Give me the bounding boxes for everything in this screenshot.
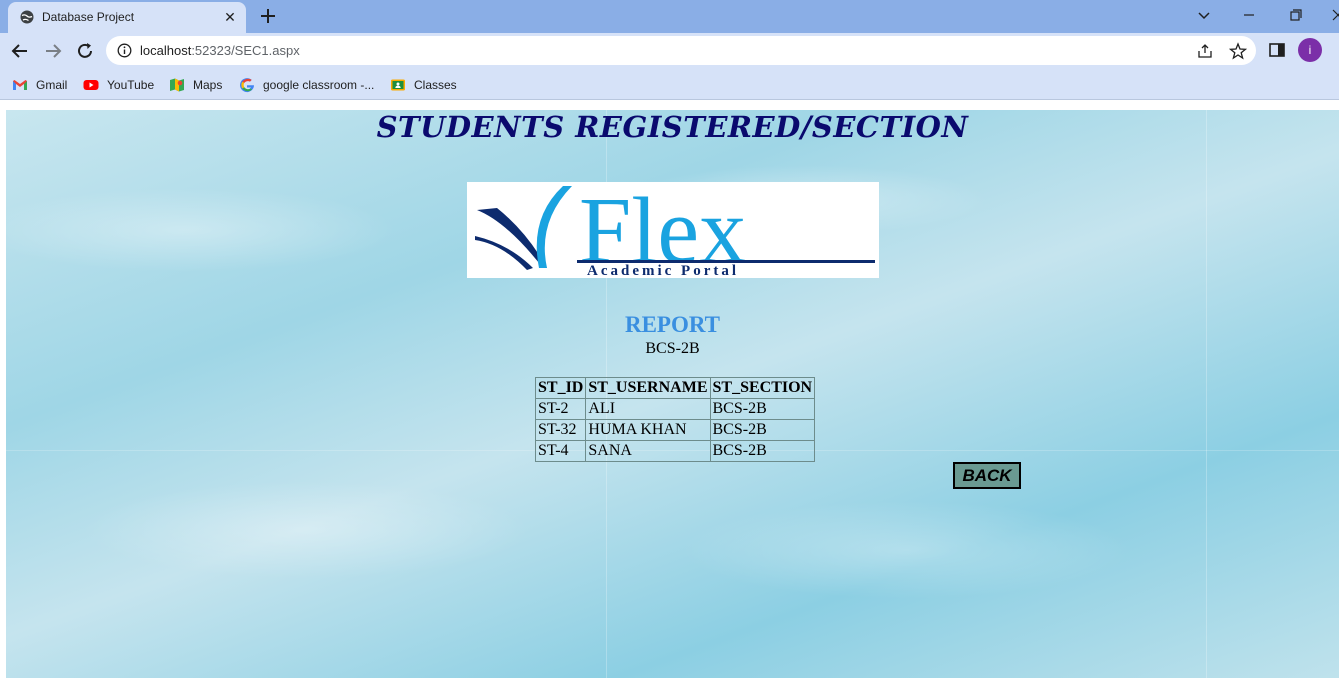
tab-strip: Database Project ✕ — [0, 0, 1339, 33]
bookmark-label: Classes — [414, 78, 457, 92]
bookmark-label: Maps — [193, 78, 223, 92]
reload-icon[interactable] — [74, 40, 96, 62]
new-tab-icon[interactable] — [257, 5, 279, 27]
tab-database-project[interactable]: Database Project ✕ — [8, 2, 246, 33]
table-row: ST-4 SANA BCS-2B — [534, 440, 816, 462]
cell-st-id: ST-4 — [534, 440, 587, 462]
gmail-icon — [13, 80, 27, 90]
google-icon — [240, 78, 254, 93]
side-panel-icon[interactable] — [1268, 41, 1286, 59]
url-path: :52323/SEC1.aspx — [191, 43, 300, 58]
minimize-icon[interactable] — [1237, 4, 1261, 26]
cell-st-id: ST-32 — [534, 419, 587, 441]
cell-st-section: BCS-2B — [709, 419, 816, 441]
flex-logo-graphic: Flex Academic Portal — [475, 179, 875, 283]
browser-toolbar: localhost:52323/SEC1.aspx i — [0, 33, 1339, 69]
classroom-icon — [391, 79, 405, 91]
cell-st-username: ALI — [585, 398, 711, 420]
section-label: BCS-2B — [645, 340, 700, 357]
bookmark-classes[interactable]: Classes — [390, 76, 457, 94]
logo-tagline: Academic Portal — [587, 263, 739, 278]
globe-icon — [20, 10, 34, 24]
bookmark-google-classroom[interactable]: google classroom -... — [239, 76, 374, 94]
back-arrow-icon[interactable] — [9, 40, 31, 62]
maps-icon — [170, 78, 184, 92]
close-window-icon[interactable] — [1326, 4, 1339, 26]
cell-st-username: SANA — [585, 440, 711, 462]
bookmark-youtube[interactable]: YouTube — [83, 76, 154, 94]
table-row: ST-2 ALI BCS-2B — [534, 398, 816, 420]
back-button[interactable]: BACK — [953, 462, 1021, 489]
table-header-row: ST_ID ST_USERNAME ST_SECTION — [534, 377, 816, 399]
table-row: ST-32 HUMA KHAN BCS-2B — [534, 419, 816, 441]
bookmark-maps[interactable]: Maps — [169, 76, 222, 94]
cell-st-section: BCS-2B — [709, 440, 816, 462]
background-tile-seam — [1206, 110, 1207, 678]
students-table: ST_ID ST_USERNAME ST_SECTION ST-2 ALI BC… — [534, 377, 816, 462]
cell-st-id: ST-2 — [534, 398, 587, 420]
close-tab-icon[interactable]: ✕ — [221, 8, 239, 26]
page-heading: STUDENTS REGISTERED/SECTION — [376, 110, 969, 144]
url-host: localhost — [140, 43, 192, 58]
restore-icon[interactable] — [1283, 4, 1307, 26]
bookmark-star-icon[interactable] — [1229, 42, 1247, 60]
share-icon[interactable] — [1196, 42, 1214, 60]
bookmark-label: YouTube — [107, 78, 155, 92]
column-header: ST_SECTION — [709, 377, 816, 399]
url-text[interactable]: localhost:52323/SEC1.aspx — [140, 43, 300, 58]
cell-st-section: BCS-2B — [709, 398, 816, 420]
info-icon[interactable] — [117, 43, 132, 58]
bookmark-label: google classroom -... — [263, 78, 375, 92]
report-title: REPORT — [624, 312, 721, 337]
page-content: STUDENTS REGISTERED/SECTION Flex Academi… — [6, 110, 1339, 678]
forward-arrow-icon[interactable] — [42, 40, 64, 62]
column-header: ST_ID — [534, 377, 587, 399]
cell-st-username: HUMA KHAN — [585, 419, 711, 441]
flex-logo: Flex Academic Portal — [467, 179, 879, 283]
column-header: ST_USERNAME — [585, 377, 711, 399]
tab-search-icon[interactable] — [1192, 4, 1216, 26]
bookmark-label: Gmail — [36, 78, 68, 92]
bookmark-gmail[interactable]: Gmail — [12, 76, 67, 94]
tab-title: Database Project — [42, 10, 135, 24]
profile-avatar[interactable]: i — [1298, 38, 1322, 62]
bookmarks-bar: Gmail YouTube Maps google classroom -... — [0, 69, 1339, 100]
youtube-icon — [83, 80, 99, 90]
address-bar[interactable]: localhost:52323/SEC1.aspx — [106, 36, 1256, 65]
